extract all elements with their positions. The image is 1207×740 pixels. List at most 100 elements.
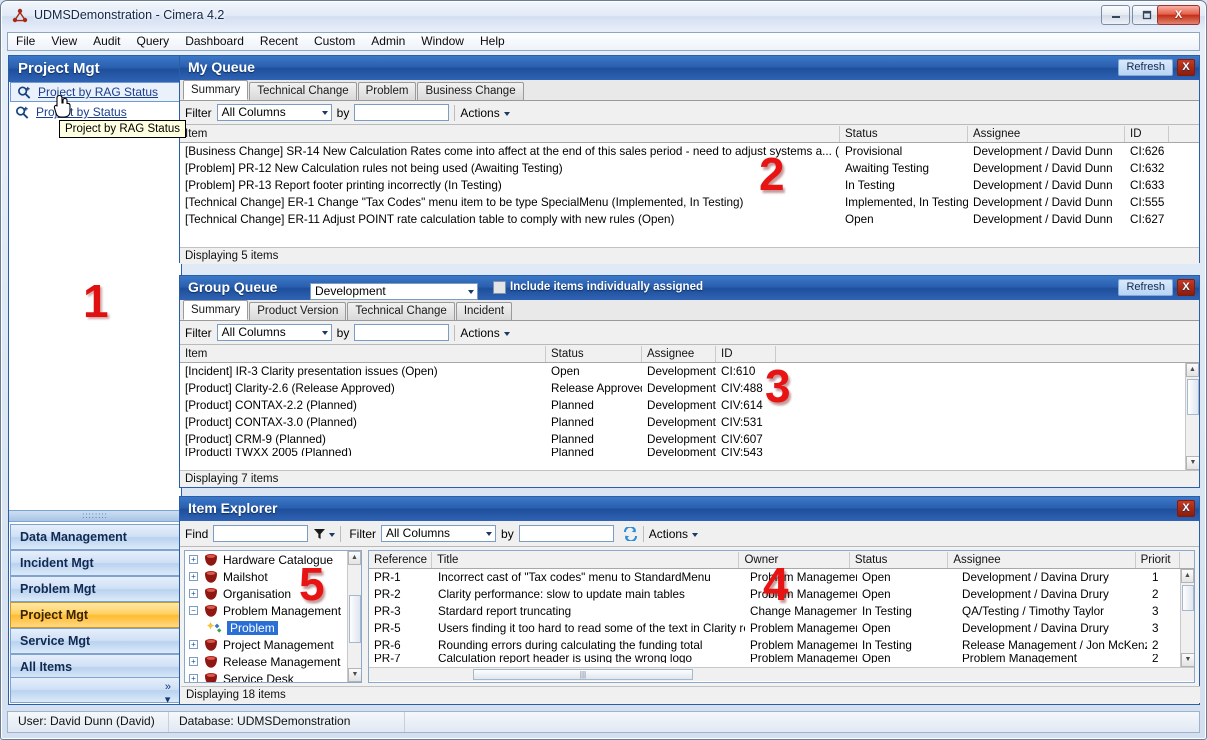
menu-item-custom[interactable]: Custom xyxy=(306,33,363,50)
column-header-item[interactable]: Item xyxy=(180,345,546,362)
menu-item-window[interactable]: Window xyxy=(413,33,472,50)
filter-column-select[interactable]: All Columns xyxy=(216,324,332,341)
item-explorer-hscrollbar[interactable]: ||| xyxy=(369,667,1194,681)
expand-icon[interactable]: + xyxy=(189,657,198,666)
tab-summary[interactable]: Summary xyxy=(183,300,249,320)
include-individually-assigned-checkbox[interactable] xyxy=(493,281,506,294)
scrollbar-thumb[interactable] xyxy=(349,595,361,643)
table-row[interactable]: [Incident] IR-3 Clarity presentation iss… xyxy=(180,363,1199,380)
filter-text-input[interactable] xyxy=(354,324,450,341)
table-row[interactable]: PR-5 Users finding it too hard to read s… xyxy=(369,620,1194,637)
menu-item-admin[interactable]: Admin xyxy=(363,33,413,50)
column-header-status[interactable]: Status xyxy=(546,345,642,362)
expand-icon[interactable]: + xyxy=(189,555,198,564)
tree-scrollbar[interactable]: ▲ ▼ xyxy=(347,551,361,682)
tree-node-organisation[interactable]: + Organisation xyxy=(185,585,361,602)
column-header-assignee[interactable]: Assignee xyxy=(968,125,1125,142)
tree-node-project-management[interactable]: + Project Management xyxy=(185,636,361,653)
table-row[interactable]: PR-6 Rounding errors during calculating … xyxy=(369,637,1194,654)
table-row[interactable]: [Problem] PR-13 Report footer printing i… xyxy=(180,177,1199,194)
scroll-up-arrow-icon[interactable]: ▲ xyxy=(348,551,361,565)
actions-menu-button[interactable]: Actions xyxy=(460,106,510,120)
close-button[interactable]: X xyxy=(1157,5,1200,25)
table-row[interactable]: PR-7 Calculation report header is using … xyxy=(369,654,1194,663)
tree-node-problem[interactable]: Problem xyxy=(185,619,361,636)
column-header-owner[interactable]: Owner xyxy=(739,551,850,568)
tree-node-hardware-catalogue[interactable]: + Hardware Catalogue xyxy=(185,551,361,568)
minimize-button[interactable] xyxy=(1101,5,1130,25)
column-header-assignee[interactable]: Assignee xyxy=(948,551,1136,568)
expand-icon[interactable]: + xyxy=(189,640,198,649)
item-explorer-tree[interactable]: + Hardware Catalogue + Mailshot + Organi… xyxy=(184,550,362,683)
scrollbar-thumb[interactable]: ||| xyxy=(473,669,693,680)
actions-menu-button[interactable]: Actions xyxy=(649,527,699,541)
sidebar-link-project-by-rag-status[interactable]: Project by RAG Status xyxy=(10,82,180,102)
table-row[interactable]: [Product] CONTAX-2.2 (Planned) Planned D… xyxy=(180,397,1199,414)
expand-icon[interactable]: + xyxy=(189,589,198,598)
collapse-icon[interactable]: − xyxy=(189,606,198,615)
tab-problem[interactable]: Problem xyxy=(357,82,417,100)
table-row[interactable]: [Business Change] SR-14 New Calculation … xyxy=(180,143,1199,160)
my-queue-refresh-button[interactable]: Refresh xyxy=(1118,59,1173,76)
group-queue-close-button[interactable]: X xyxy=(1177,279,1195,296)
scroll-up-arrow-icon[interactable]: ▲ xyxy=(1186,363,1199,377)
filter-text-input[interactable] xyxy=(518,525,614,542)
column-header-title[interactable]: Title xyxy=(432,551,740,568)
column-header-status[interactable]: Status xyxy=(850,551,949,568)
group-queue-refresh-button[interactable]: Refresh xyxy=(1118,279,1173,296)
tab-technical-change[interactable]: Technical Change xyxy=(347,302,455,320)
filter-column-select[interactable]: All Columns xyxy=(381,525,497,542)
column-header-priority[interactable]: Priorit xyxy=(1136,551,1180,568)
table-row[interactable]: [Product] CRM-9 (Planned) Planned Develo… xyxy=(180,431,1199,448)
my-queue-close-button[interactable]: X xyxy=(1177,59,1195,76)
menu-item-file[interactable]: File xyxy=(8,33,43,50)
scroll-up-arrow-icon[interactable]: ▲ xyxy=(1181,569,1194,583)
expand-icon[interactable]: + xyxy=(189,674,198,682)
tree-node-service-desk[interactable]: + Service Desk xyxy=(185,670,361,682)
group-queue-scrollbar[interactable]: ▲ ▼ xyxy=(1185,363,1199,470)
table-row[interactable]: [Product] CONTAX-3.0 (Planned) Planned D… xyxy=(180,414,1199,431)
scroll-down-arrow-icon[interactable]: ▼ xyxy=(348,668,361,682)
menu-item-recent[interactable]: Recent xyxy=(252,33,306,50)
refresh-icon[interactable] xyxy=(623,526,638,541)
tab-technical-change[interactable]: Technical Change xyxy=(249,82,357,100)
column-header-status[interactable]: Status xyxy=(840,125,968,142)
sidebar-splitter-grip[interactable]: :::::::: xyxy=(9,510,181,522)
sidebar-link-project-by-status[interactable]: Project by Status xyxy=(9,102,181,122)
menu-item-audit[interactable]: Audit xyxy=(85,33,128,50)
scrollbar-thumb[interactable] xyxy=(1182,585,1194,611)
item-explorer-vscrollbar[interactable]: ▲ ▼ xyxy=(1180,569,1194,667)
sidebar-item-data-management[interactable]: Data Management xyxy=(10,524,180,550)
tree-node-problem-management[interactable]: − Problem Management xyxy=(185,602,361,619)
tree-node-mailshot[interactable]: + Mailshot xyxy=(185,568,361,585)
item-explorer-close-button[interactable]: X xyxy=(1177,500,1195,517)
tab-business-change[interactable]: Business Change xyxy=(417,82,524,100)
actions-menu-button[interactable]: Actions xyxy=(460,326,510,340)
find-filter-dropdown-button[interactable] xyxy=(313,528,336,540)
tab-incident[interactable]: Incident xyxy=(455,302,513,320)
tab-summary[interactable]: Summary xyxy=(183,80,249,100)
table-row[interactable]: [Problem] PR-12 New Calculation rules no… xyxy=(180,160,1199,177)
sidebar-item-project-mgt[interactable]: Project Mgt xyxy=(10,602,180,628)
column-header-reference[interactable]: Reference xyxy=(369,551,433,568)
tab-product-version[interactable]: Product Version xyxy=(249,302,347,320)
column-header-id[interactable]: ID xyxy=(1125,125,1169,142)
menu-item-dashboard[interactable]: Dashboard xyxy=(177,33,252,50)
scroll-down-arrow-icon[interactable]: ▼ xyxy=(1181,653,1194,667)
sidebar-item-service-mgt[interactable]: Service Mgt xyxy=(10,628,180,654)
expand-icon[interactable]: + xyxy=(189,572,198,581)
group-select[interactable]: Development xyxy=(310,282,478,300)
filter-text-input[interactable] xyxy=(354,104,450,121)
tree-node-release-management[interactable]: + Release Management xyxy=(185,653,361,670)
scrollbar-thumb[interactable] xyxy=(1187,379,1199,415)
table-row[interactable]: [Product] Clarity-2.6 (Release Approved)… xyxy=(180,380,1199,397)
table-row[interactable]: [Product] TWXX 2005 (Planned) Planned De… xyxy=(180,448,1199,456)
sidebar-item-incident-mgt[interactable]: Incident Mgt xyxy=(10,550,180,576)
menu-item-query[interactable]: Query xyxy=(129,33,178,50)
sidebar-item-problem-mgt[interactable]: Problem Mgt xyxy=(10,576,180,602)
table-row[interactable]: [Technical Change] ER-1 Change "Tax Code… xyxy=(180,194,1199,211)
menu-item-help[interactable]: Help xyxy=(472,33,513,50)
column-header-item[interactable]: Item xyxy=(180,125,840,142)
scroll-down-arrow-icon[interactable]: ▼ xyxy=(1186,456,1199,470)
menu-item-view[interactable]: View xyxy=(43,33,85,50)
